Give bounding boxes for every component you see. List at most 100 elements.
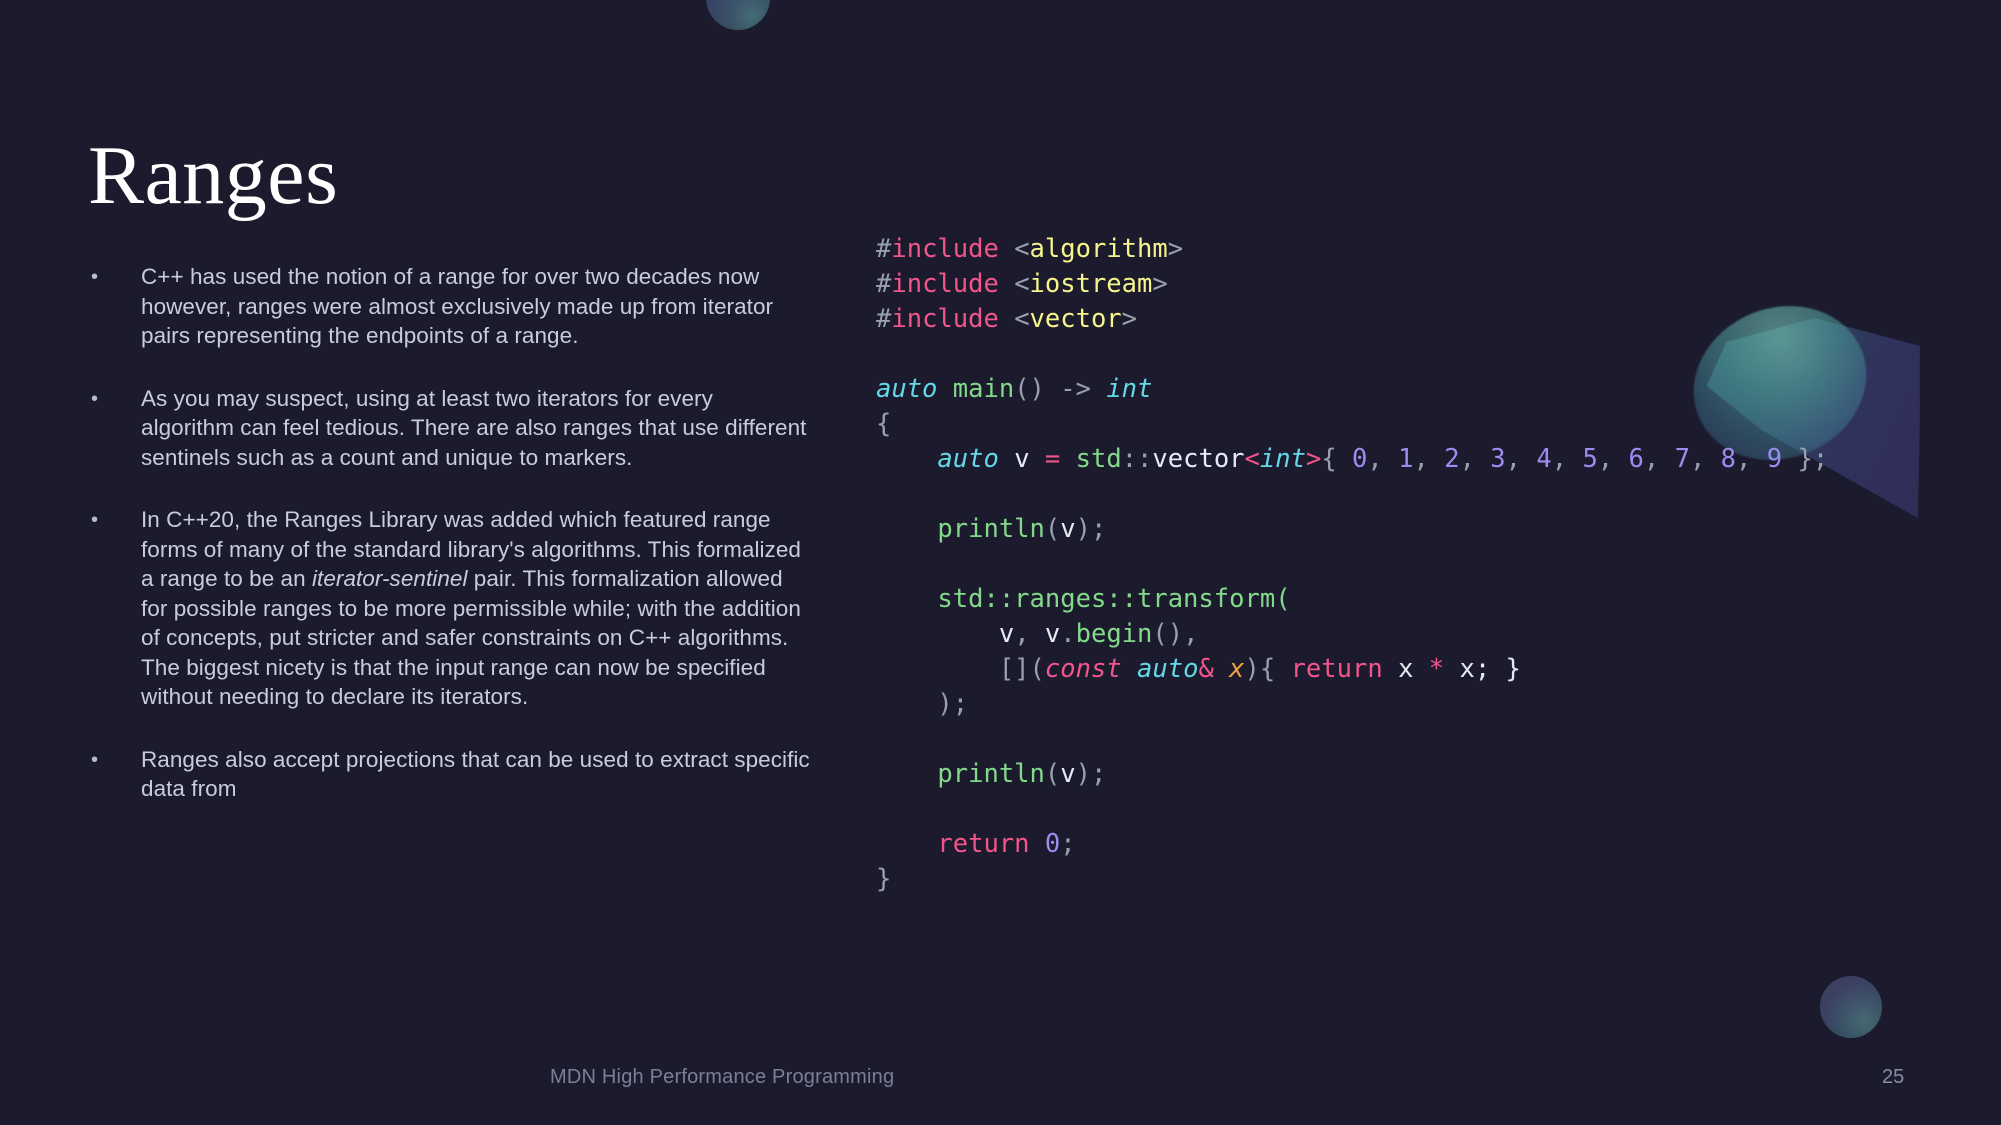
- code-token: 1: [1398, 444, 1414, 474]
- code-token: &: [1198, 654, 1214, 684]
- sphere-icon-bottom-right: [1820, 976, 1882, 1038]
- code-token: {: [876, 409, 892, 439]
- code-token: main: [952, 374, 1015, 404]
- code-token: #: [876, 269, 892, 299]
- code-line: {: [876, 407, 1828, 442]
- code-token: 0: [1352, 444, 1368, 474]
- code-token: int: [1259, 444, 1306, 474]
- code-token: <: [1014, 234, 1030, 264]
- code-token: return: [937, 829, 1030, 859]
- bullet-text-span: C++ has used the notion of a range for o…: [141, 264, 774, 348]
- code-line: #include <algorithm>: [876, 232, 1828, 267]
- bullet-text: C++ has used the notion of a range for o…: [141, 262, 810, 351]
- code-token: 4: [1536, 444, 1552, 474]
- code-token: #: [876, 234, 892, 264]
- code-line: );: [876, 687, 1828, 722]
- code-token: (),: [1152, 619, 1199, 649]
- code-token: v: [1044, 619, 1061, 649]
- list-item: • As you may suspect, using at least two …: [88, 384, 810, 473]
- code-token: >: [1152, 269, 1168, 299]
- code-token: x: [1398, 654, 1414, 684]
- code-token: ,: [1736, 444, 1767, 474]
- code-token: v: [998, 619, 1015, 649]
- code-token: [](: [998, 654, 1045, 684]
- bullet-marker-icon: •: [91, 748, 99, 771]
- code-token: (: [1044, 514, 1061, 544]
- slide-ranges: Ranges • C++ has used the notion of a ran…: [0, 0, 2001, 1125]
- code-line: #include <vector>: [876, 302, 1828, 337]
- list-item: • C++ has used the notion of a range for …: [88, 262, 810, 351]
- code-line: #include <iostream>: [876, 267, 1828, 302]
- bullet-text-emphasis: iterator-sentinel: [311, 566, 468, 591]
- code-token: <: [1014, 304, 1030, 334]
- list-item: • Ranges also accept projections that can…: [88, 745, 810, 804]
- code-token: x: [1229, 654, 1245, 684]
- bullet-text-span: As you may suspect, using at least two i…: [141, 385, 807, 470]
- code-token: .: [1060, 619, 1076, 649]
- code-line: auto v = std::vector<int>{ 0, 1, 2, 3, 4…: [876, 442, 1828, 477]
- code-token: vector: [1152, 444, 1245, 474]
- bullet-marker-icon: •: [91, 266, 99, 288]
- code-token: 8: [1720, 444, 1737, 474]
- code-token: const: [1044, 654, 1122, 684]
- code-token: #: [876, 304, 892, 334]
- code-token: 9: [1766, 444, 1783, 474]
- code-token: ,: [1689, 444, 1721, 474]
- code-token: () ->: [1014, 374, 1107, 404]
- code-token: 6: [1628, 444, 1644, 474]
- code-token: println: [937, 514, 1045, 544]
- code-token: );: [1075, 514, 1107, 544]
- bullet-marker-icon: •: [91, 387, 99, 410]
- code-token: ,: [1643, 444, 1675, 474]
- code-token: ,: [1551, 444, 1583, 474]
- code-token: 7: [1674, 444, 1690, 474]
- code-token: 5: [1582, 444, 1598, 474]
- code-token: ::: [1121, 444, 1153, 474]
- code-token: iostream: [1029, 269, 1153, 299]
- code-token: x; }: [1459, 654, 1521, 684]
- code-token: >: [1167, 234, 1184, 264]
- page-title: Ranges: [88, 129, 339, 223]
- code-token: std::ranges::transform: [937, 584, 1276, 614]
- code-token: *: [1428, 654, 1445, 684]
- footer-deck-title: MDN High Performance Programming: [550, 1066, 895, 1088]
- code-line: auto main() -> int: [876, 372, 1828, 407]
- code-token: println: [937, 759, 1045, 789]
- code-line: }: [876, 862, 1828, 897]
- bullet-text: Ranges also accept projections that can …: [141, 745, 810, 804]
- code-token: 2: [1444, 444, 1460, 474]
- code-token: v: [1060, 759, 1076, 789]
- code-token: auto: [876, 374, 938, 404]
- bullet-text: As you may suspect, using at least two i…: [141, 384, 810, 473]
- code-token: >: [1305, 444, 1322, 474]
- code-token: =: [1044, 444, 1061, 474]
- code-token: v: [1060, 514, 1076, 544]
- code-token: ,: [1459, 444, 1491, 474]
- code-line: [](const auto& x){ return x * x; }: [876, 652, 1828, 687]
- bullet-text: In C++20, the Ranges Library was added w…: [141, 505, 810, 712]
- code-token: <: [1014, 269, 1030, 299]
- code-line: println(v);: [876, 757, 1828, 792]
- code-line: println(v);: [876, 512, 1828, 547]
- code-token: std: [1075, 444, 1122, 474]
- code-token: ,: [1505, 444, 1537, 474]
- code-token: );: [1075, 759, 1107, 789]
- code-token: 3: [1490, 444, 1506, 474]
- code-token: ,: [1413, 444, 1445, 474]
- code-token: ,: [1014, 619, 1045, 649]
- code-token: ){: [1244, 654, 1291, 684]
- code-token: <: [1244, 444, 1260, 474]
